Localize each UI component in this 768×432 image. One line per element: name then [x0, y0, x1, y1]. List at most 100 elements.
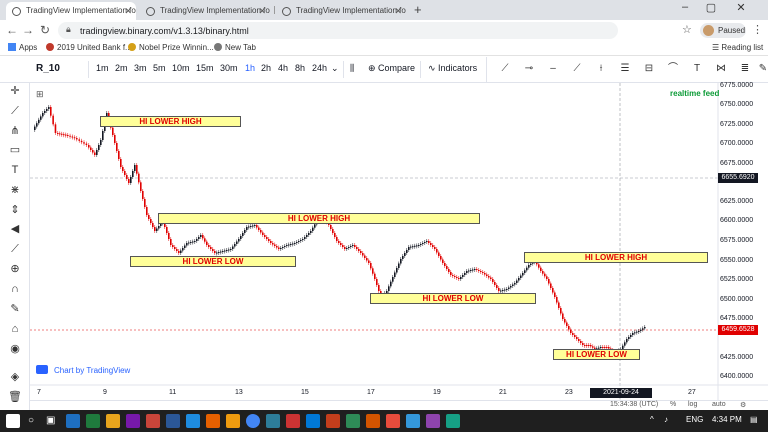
symbol-label[interactable]: R_10	[36, 63, 60, 74]
maximize-button[interactable]: ▢	[700, 1, 722, 14]
back-icon[interactable]: ←	[4, 23, 20, 37]
crosshair-icon[interactable]: ✛	[5, 83, 25, 99]
timeframe-1m[interactable]: 1m	[96, 63, 109, 73]
text-icon[interactable]: T	[5, 162, 25, 178]
timeframe-1h[interactable]: 1h	[245, 63, 255, 73]
app-icon[interactable]	[346, 414, 360, 428]
close-icon[interactable]: ✕	[394, 2, 402, 20]
drawing-mode-icon[interactable]: ✎	[5, 301, 25, 317]
text-tool-icon[interactable]: T	[687, 60, 707, 78]
minimize-button[interactable]: –	[674, 1, 696, 13]
extended-line-icon[interactable]: ⟋	[567, 60, 587, 78]
expand-icon[interactable]: ⊞	[36, 89, 44, 100]
trend-line-icon[interactable]: ⟋	[495, 60, 515, 78]
app-icon[interactable]	[386, 414, 400, 428]
timeframe-8h[interactable]: 8h	[295, 63, 305, 73]
browser-tab[interactable]: TradingView Implementation for ✕	[6, 2, 136, 20]
pattern-icon[interactable]: ⋇	[5, 182, 25, 198]
profile-button[interactable]: Paused	[700, 23, 746, 38]
excel-app-icon[interactable]	[86, 414, 100, 428]
onenote-app-icon[interactable]	[126, 414, 140, 428]
tradingview-watermark[interactable]: Chart by TradingView	[36, 365, 130, 375]
app-icon[interactable]	[426, 414, 440, 428]
timeframe-10m[interactable]: 10m	[172, 63, 190, 73]
ruler-icon[interactable]: ⟋	[5, 241, 25, 257]
app-icon[interactable]	[446, 414, 460, 428]
outlook-app-icon[interactable]	[186, 414, 200, 428]
taskbar-clock[interactable]: 4:34 PM	[712, 415, 742, 424]
forward-icon[interactable]: →	[20, 23, 36, 37]
parallel-channel-icon[interactable]: ☰	[615, 60, 635, 78]
tray-chevron-icon[interactable]: ^	[650, 415, 654, 424]
timeframe-3m[interactable]: 3m	[134, 63, 147, 73]
file-explorer-icon[interactable]	[106, 414, 120, 428]
trend-line-icon[interactable]: ⟋	[5, 103, 25, 119]
notification-icon[interactable]: ▤	[750, 415, 758, 424]
settings-gear-icon[interactable]: ⚙	[740, 401, 746, 409]
menu-icon[interactable]: ⋮	[752, 23, 763, 36]
windows-start-icon[interactable]	[6, 414, 20, 428]
chrome-app-icon[interactable]	[246, 414, 260, 428]
bookmark-apps[interactable]: Apps	[8, 43, 37, 52]
timeframe-2h[interactable]: 2h	[261, 63, 271, 73]
horizontal-ray-icon[interactable]: ⊸	[519, 60, 539, 78]
timeframe-2m[interactable]: 2m	[115, 63, 128, 73]
app-icon[interactable]	[366, 414, 380, 428]
price-chart[interactable]	[30, 83, 768, 410]
reload-icon[interactable]: ↻	[37, 23, 53, 37]
regression-trend-icon[interactable]: ⊟	[639, 60, 659, 78]
lock-icon[interactable]: ⌂	[5, 321, 25, 337]
bookmark-item[interactable]: New Tab	[214, 43, 256, 52]
vertical-line-icon[interactable]: ⟊	[591, 60, 611, 78]
bookmark-star-icon[interactable]: ☆	[682, 23, 692, 36]
horizontal-line-icon[interactable]: –	[543, 60, 563, 78]
volume-icon[interactable]: ♪	[664, 415, 668, 424]
close-icon[interactable]: ✕	[124, 2, 132, 20]
app-icon[interactable]	[226, 414, 240, 428]
compare-button[interactable]: ⊕ Compare	[368, 63, 415, 74]
eye-icon[interactable]: ◉	[5, 341, 25, 357]
new-tab-button[interactable]: +	[414, 2, 422, 17]
log-toggle[interactable]: log	[688, 401, 697, 408]
chart-area[interactable]: Chart by TradingView realtime feed ⊞ HI …	[30, 82, 768, 410]
pitchfork-icon[interactable]: ⋔	[5, 123, 25, 139]
zoom-in-icon[interactable]: ⊕	[5, 261, 25, 277]
indicators-button[interactable]: ∿ Indicators	[428, 63, 477, 74]
browser-tab[interactable]: TradingView Implementation for ✕	[140, 2, 270, 20]
bookmark-item[interactable]: 2019 United Bank f...	[46, 43, 132, 52]
app-icon[interactable]	[306, 414, 320, 428]
trash-icon[interactable]: 🗑︎	[5, 389, 25, 405]
arrow-left-icon[interactable]: ◀	[5, 221, 25, 237]
layers-icon[interactable]: ◈	[5, 369, 25, 385]
brush-icon[interactable]: ✎	[753, 60, 768, 78]
word-app-icon[interactable]	[166, 414, 180, 428]
timeframe-30m[interactable]: 30m	[220, 63, 238, 73]
rectangle-icon[interactable]: ▭	[5, 142, 25, 158]
timeframe-15m[interactable]: 15m	[196, 63, 214, 73]
app-icon[interactable]	[286, 414, 300, 428]
chevron-down-icon[interactable]: ⌄	[331, 63, 339, 74]
browser-tab[interactable]: TradingView Implementation for ✕	[276, 2, 406, 20]
percent-toggle[interactable]: %	[670, 401, 676, 408]
pitchfork-icon[interactable]: ⋈	[711, 60, 731, 78]
omnibox[interactable]: 🔒︎	[58, 22, 618, 39]
url-input[interactable]	[80, 24, 580, 37]
measure-icon[interactable]: ⇕	[5, 202, 25, 218]
timeframe-24h[interactable]: 24h	[312, 63, 327, 73]
access-app-icon[interactable]	[146, 414, 160, 428]
auto-toggle[interactable]: auto	[712, 401, 726, 408]
timeframe-5m[interactable]: 5m	[153, 63, 166, 73]
fib-levels-icon[interactable]: ≣	[735, 60, 755, 78]
chart-type-button[interactable]: ⫼	[350, 63, 354, 74]
app-icon[interactable]	[266, 414, 280, 428]
task-view-icon[interactable]: ▣	[46, 415, 55, 426]
bookmark-item[interactable]: Nobel Prize Winnin...	[128, 43, 214, 52]
magnet-icon[interactable]: ∩	[5, 281, 25, 297]
app-icon[interactable]	[406, 414, 420, 428]
powerpoint-app-icon[interactable]	[326, 414, 340, 428]
reading-list-button[interactable]: ☰ Reading list	[712, 43, 763, 52]
fib-arc-icon[interactable]: ⌒	[663, 60, 683, 78]
firefox-app-icon[interactable]	[206, 414, 220, 428]
close-icon[interactable]: ✕	[258, 2, 266, 20]
language-indicator[interactable]: ENG	[686, 415, 703, 424]
